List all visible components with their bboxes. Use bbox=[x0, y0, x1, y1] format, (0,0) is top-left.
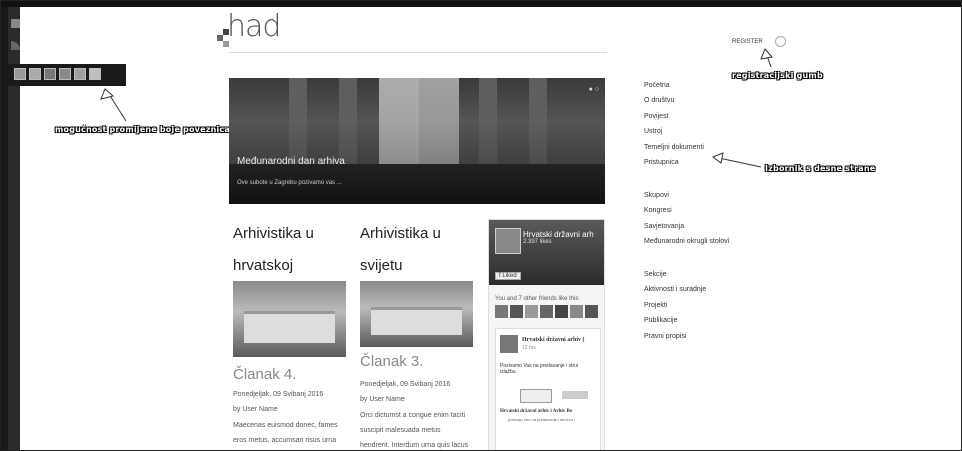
arrow-head bbox=[711, 152, 724, 164]
left-bar bbox=[1, 7, 8, 450]
logo-text: had bbox=[227, 9, 281, 44]
article-author: by User Name bbox=[360, 396, 405, 403]
column-title-line1[interactable]: Arhivistika u bbox=[233, 217, 314, 251]
hero-slider[interactable]: ● ○ Međunarodni dan arhiva Ove subote u … bbox=[229, 78, 605, 204]
building-shape bbox=[244, 311, 335, 344]
arrow-head bbox=[100, 88, 115, 100]
article-excerpt: eros metus, accumsan risus urna bbox=[233, 437, 337, 444]
user-icon[interactable] bbox=[775, 36, 786, 47]
article-image[interactable] bbox=[360, 281, 473, 347]
color-swatch[interactable] bbox=[74, 68, 86, 80]
post-logo-image bbox=[562, 391, 588, 399]
article-date: Ponedjeljak, 09 Svibanj 2016 bbox=[233, 391, 324, 398]
facebook-page-name[interactable]: Hrvatski državni arh bbox=[523, 230, 594, 239]
menu-item[interactable]: Projekti bbox=[644, 302, 667, 309]
menu-item[interactable]: Publikacije bbox=[644, 317, 677, 324]
facebook-cover[interactable]: Hrvatski državni arh 2.397 likes f Liked bbox=[489, 220, 604, 285]
color-swatch[interactable] bbox=[44, 68, 56, 80]
menu-item[interactable]: Međunarodni okrugli stolovi bbox=[644, 238, 729, 245]
facebook-likes: 2.397 likes bbox=[523, 239, 552, 245]
annotation-link-colors: mogućnost promijene boje poveznica bbox=[55, 125, 230, 134]
page-frame: mogućnost promijene boje poveznica had ●… bbox=[0, 0, 962, 451]
article-excerpt: suscipit malesuada metus bbox=[360, 427, 441, 434]
post-text-line: izlažbu. bbox=[500, 369, 517, 375]
post-doc-subtitle: pozivaju Vas na predavanje i stručno i bbox=[508, 417, 576, 422]
register-link[interactable]: REGISTER bbox=[732, 39, 763, 45]
annotation-right-menu: Izbornik s desne strane bbox=[765, 164, 876, 173]
article-title[interactable]: Članak 3. bbox=[360, 353, 423, 370]
menu-item[interactable]: Temeljni dokumenti bbox=[644, 144, 704, 151]
article-excerpt: Maecenas euismod donec, fames bbox=[233, 422, 338, 429]
post-time: 12 hrs bbox=[522, 345, 536, 351]
slider-dots-icon[interactable]: ● ○ bbox=[589, 86, 599, 93]
article-excerpt: hendrerit. Interdum urna quis lacus bbox=[360, 442, 469, 449]
menu-item[interactable]: O društvu bbox=[644, 97, 674, 104]
link-color-swatches bbox=[8, 64, 126, 86]
color-swatch[interactable] bbox=[14, 68, 26, 80]
article-author: by User Name bbox=[233, 406, 278, 413]
menu-item[interactable]: Kongresi bbox=[644, 207, 672, 214]
post-author[interactable]: Hrvatski državni arhiv ( bbox=[522, 337, 585, 343]
facebook-liked-button[interactable]: f Liked bbox=[495, 272, 521, 280]
menu-item[interactable]: Početna bbox=[644, 82, 670, 89]
post-text: Pozivamo Vas na predavanje i strui izlažb… bbox=[500, 363, 598, 375]
facebook-friends: You and 7 other friends like this bbox=[495, 296, 579, 302]
facebook-widget: Hrvatski državni arh 2.397 likes f Liked… bbox=[488, 219, 605, 450]
arrow-line bbox=[718, 157, 762, 168]
post-doc-title: Hrvatski državni arhiv i Arhiv Re bbox=[500, 409, 573, 414]
color-swatch[interactable] bbox=[59, 68, 71, 80]
facebook-liked-label: Liked bbox=[502, 273, 517, 279]
annotation-register: registracijski gumb bbox=[732, 71, 823, 80]
color-swatch[interactable] bbox=[89, 68, 101, 80]
post-avatar[interactable] bbox=[500, 335, 518, 353]
friend-avatar[interactable] bbox=[555, 305, 568, 318]
friend-avatar[interactable] bbox=[525, 305, 538, 318]
column-title-line1[interactable]: Arhivistika u bbox=[360, 217, 441, 251]
menu-item[interactable]: Pristupnica bbox=[644, 159, 679, 166]
friend-avatar[interactable] bbox=[540, 305, 553, 318]
color-swatch[interactable] bbox=[29, 68, 41, 80]
column-title-line2[interactable]: hrvatskoj bbox=[233, 249, 293, 283]
hero-title[interactable]: Međunarodni dan arhiva bbox=[237, 156, 345, 167]
friend-avatar[interactable] bbox=[585, 305, 598, 318]
menu-item[interactable]: Pravni propisi bbox=[644, 333, 686, 340]
arrow-head bbox=[760, 48, 773, 60]
friend-avatar[interactable] bbox=[570, 305, 583, 318]
annotation-arrows bbox=[100, 48, 773, 168]
article-date: Ponedjeljak, 09 Svibanj 2016 bbox=[360, 381, 451, 388]
menu-item[interactable]: Povijest bbox=[644, 113, 669, 120]
hero-subtitle: Ove subote u Zagrebu pozivamo vas ... bbox=[237, 180, 342, 186]
friend-avatar[interactable] bbox=[510, 305, 523, 318]
arrow-line bbox=[765, 52, 772, 68]
top-bar bbox=[1, 1, 961, 7]
building-shape bbox=[371, 307, 462, 336]
article-excerpt: Orci dictumst a congue enim taciti bbox=[360, 412, 466, 419]
header-divider bbox=[229, 52, 607, 53]
menu-item[interactable]: Skupovi bbox=[644, 192, 669, 199]
arrow-line bbox=[106, 90, 127, 122]
menu-item[interactable]: Aktivnosti i suradnje bbox=[644, 286, 706, 293]
facebook-avatar[interactable] bbox=[495, 228, 521, 254]
facebook-post: Hrvatski državni arhiv ( 12 hrs Pozivamo… bbox=[495, 328, 601, 450]
menu-item[interactable]: Ustroj bbox=[644, 128, 662, 135]
article-image[interactable] bbox=[233, 281, 346, 357]
post-logo-image bbox=[520, 389, 552, 403]
friend-avatar[interactable] bbox=[495, 305, 508, 318]
home-icon[interactable] bbox=[11, 19, 20, 28]
article-title[interactable]: Članak 4. bbox=[233, 366, 296, 383]
menu-item[interactable]: Savjetovanja bbox=[644, 223, 684, 230]
menu-item[interactable]: Sekcije bbox=[644, 271, 667, 278]
column-title-line2[interactable]: svijetu bbox=[360, 249, 403, 283]
